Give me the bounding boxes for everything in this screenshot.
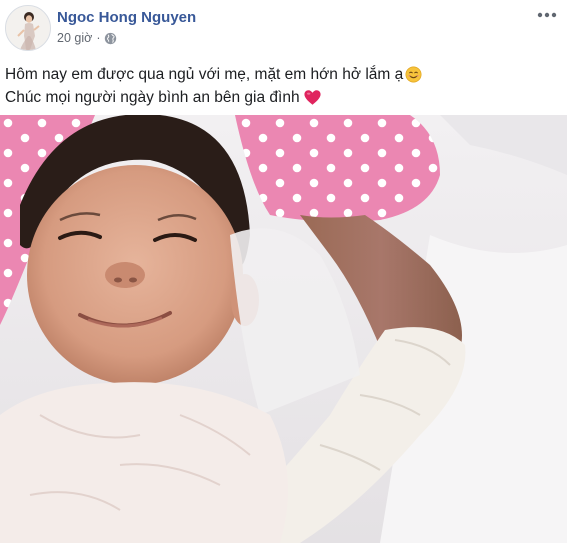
meta-dot: · <box>96 31 101 45</box>
post-time[interactable]: 20 giờ <box>57 31 92 45</box>
avatar-image <box>6 6 50 50</box>
more-options-icon[interactable] <box>535 4 559 26</box>
caption-line-2: Chúc mọi người ngày bình an bên gia đình <box>5 86 560 109</box>
post-card: Ngoc Hong Nguyen 20 giờ · Hôm nay em đượ… <box>0 0 567 543</box>
author-avatar[interactable] <box>5 5 51 51</box>
smiling-face-emoji-icon <box>405 66 422 83</box>
globe-icon[interactable] <box>104 32 117 45</box>
caption-text-2: Chúc mọi người ngày bình an bên gia đình <box>5 89 300 106</box>
red-heart-emoji-icon <box>304 90 321 105</box>
author-name[interactable]: Ngoc Hong Nguyen <box>57 9 196 26</box>
child-smiling-in-bed-photo <box>0 115 567 543</box>
caption-text-1: Hôm nay em được qua ngủ với mẹ, mặt em h… <box>5 66 404 83</box>
caption-line-1: Hôm nay em được qua ngủ với mẹ, mặt em h… <box>5 63 560 86</box>
post-photo[interactable] <box>0 115 567 543</box>
post-meta: 20 giờ · <box>57 31 117 45</box>
post-caption: Hôm nay em được qua ngủ với mẹ, mặt em h… <box>5 63 560 109</box>
